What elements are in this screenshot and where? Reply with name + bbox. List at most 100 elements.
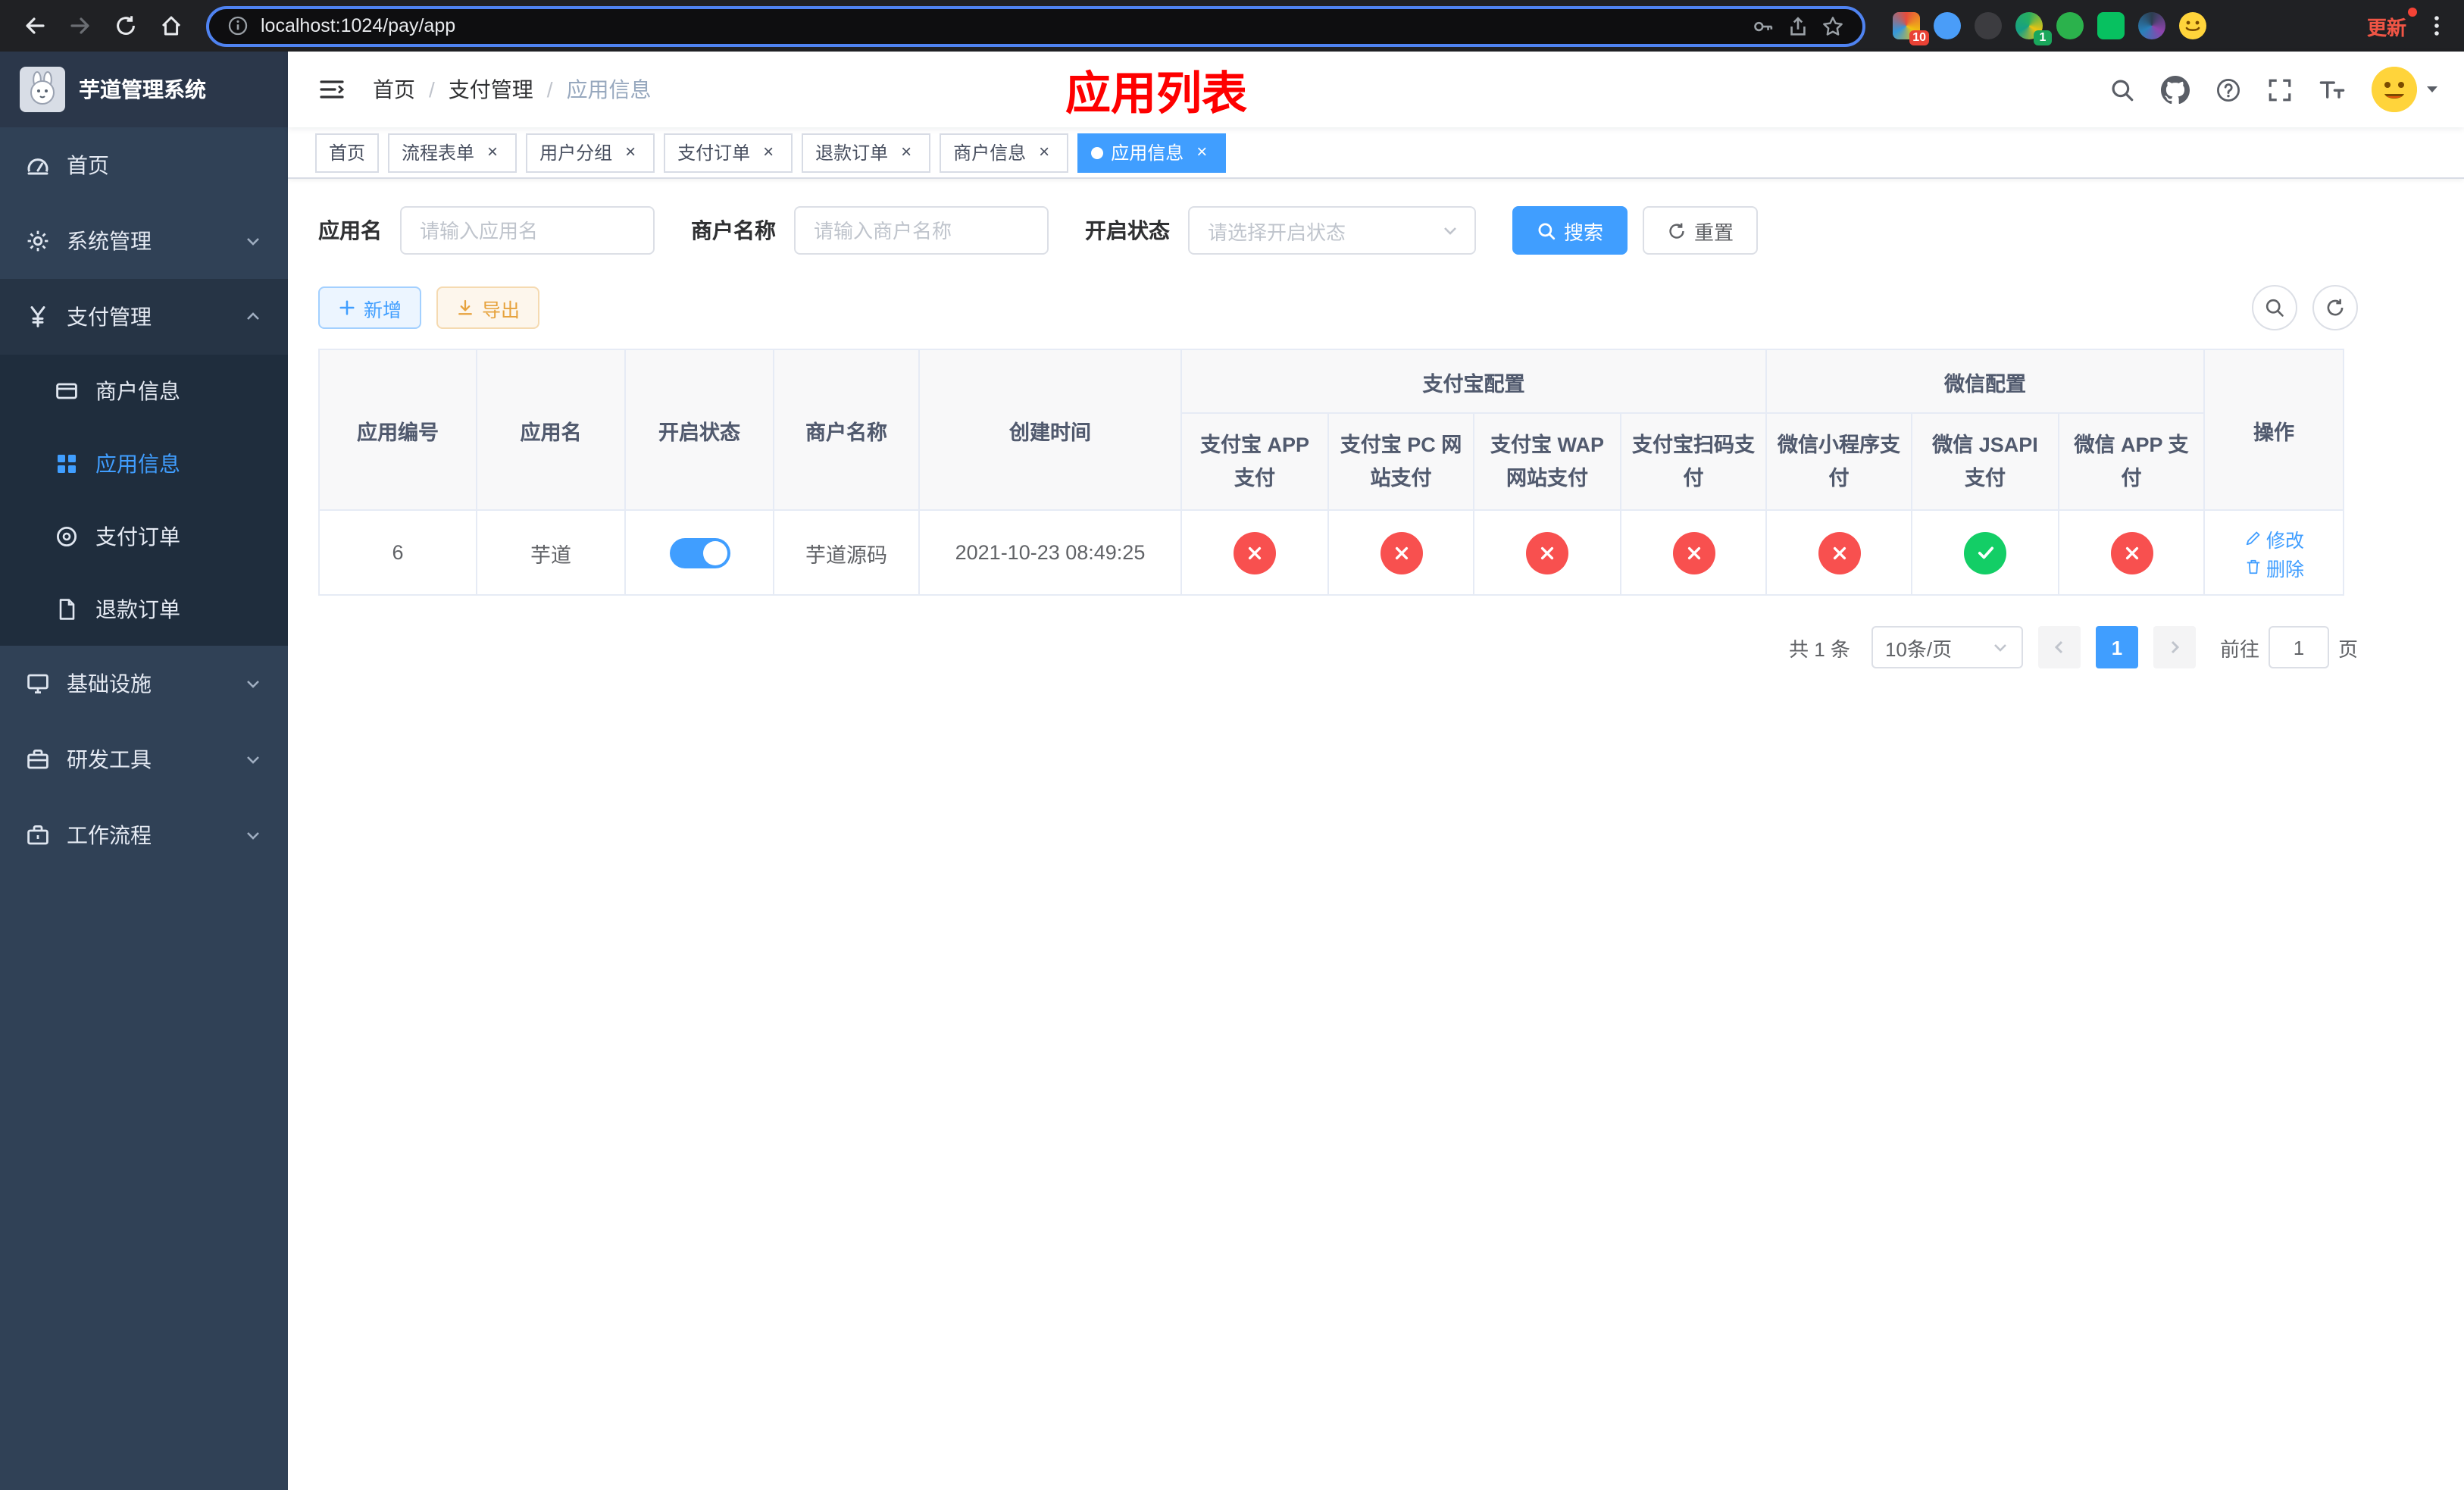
grid-icon [58,455,76,473]
extension-emoji-icon[interactable] [2179,12,2206,39]
breadcrumb-home[interactable]: 首页 [373,74,415,105]
search-icon[interactable] [2109,77,2135,102]
home-button[interactable] [152,6,191,45]
chevron-down-icon [247,238,259,246]
merchant-name-input[interactable] [794,206,1049,255]
user-avatar [2372,67,2417,112]
tab-home[interactable]: 首页 [315,133,380,172]
breadcrumb-payment[interactable]: 支付管理 [449,74,533,105]
site-info-icon[interactable] [227,15,249,36]
extension-icon-6[interactable] [2097,12,2125,39]
col-group-wechat: 微信配置 [1765,349,2206,414]
close-icon[interactable]: × [1191,141,1212,163]
refresh-table-button[interactable] [2312,285,2358,330]
breadcrumb-separator: / [429,77,435,102]
goto-page-input[interactable] [2268,626,2329,668]
search-button[interactable]: 搜索 [1512,206,1628,255]
sidebar: 芋道管理系统 首页 系统管理 支付管理 商户信息 应用信息 支付订单 退款订单 … [0,52,288,1490]
top-navbar: 首页 / 支付管理 / 应用信息 应用列表 [288,52,2464,127]
forward-button[interactable] [61,6,100,45]
tab-pay-order[interactable]: 支付订单 × [664,133,793,172]
cell-alipay-pc [1327,509,1474,596]
prev-page-button[interactable] [2037,626,2081,668]
extension-icon-2[interactable] [1934,12,1961,39]
reset-button[interactable]: 重置 [1643,206,1759,255]
add-button[interactable]: 新增 [318,286,422,329]
bookmark-star-icon[interactable] [1821,14,1844,37]
close-icon[interactable]: × [482,141,503,163]
sidebar-item-home[interactable]: 首页 [0,127,288,203]
sidebar-item-label: 首页 [67,153,109,177]
extension-icon-5[interactable] [2056,12,2084,39]
help-icon[interactable] [2215,77,2241,102]
extension-badge: 1 [2034,30,2052,45]
share-icon[interactable] [1787,14,1809,37]
chevron-down-icon [247,681,259,688]
hamburger-icon [320,80,345,99]
sidebar-subitem-app-info[interactable]: 应用信息 [0,427,288,500]
back-button[interactable] [15,6,55,45]
chevron-left-icon [2054,640,2062,654]
status-cross-icon [1380,531,1422,574]
col-app-id: 应用编号 [318,349,477,511]
table-toolbar: 新增 导出 [318,285,2434,330]
close-icon[interactable]: × [620,141,641,163]
tab-app-info[interactable]: 应用信息 × [1077,133,1227,172]
github-icon[interactable] [2161,75,2190,104]
cell-alipay-wap [1473,509,1621,596]
fullscreen-icon[interactable] [2267,77,2293,102]
close-icon[interactable]: × [758,141,779,163]
sidebar-item-system[interactable]: 系统管理 [0,203,288,279]
yen-icon [30,306,45,327]
sidebar-toggle-button[interactable] [312,70,352,109]
delete-button[interactable]: 删除 [2244,552,2304,581]
toggle-search-button[interactable] [2252,285,2297,330]
sidebar-item-payment[interactable]: 支付管理 [0,279,288,355]
url-bar[interactable]: localhost:1024/pay/app [206,5,1865,46]
next-page-button[interactable] [2153,626,2196,668]
chrome-update-button[interactable]: 更新 [2358,5,2417,46]
reload-button[interactable] [106,6,145,45]
table-tools [2252,285,2358,330]
chevron-up-icon [247,312,259,320]
sidebar-item-infrastructure[interactable]: 基础设施 [0,646,288,722]
sidebar-subitem-refund-order[interactable]: 退款订单 [0,573,288,646]
status-select[interactable]: 请选择开启状态 [1188,206,1476,255]
document-icon [59,599,75,620]
logo-row[interactable]: 芋道管理系统 [0,52,288,127]
sidebar-menu: 首页 系统管理 支付管理 商户信息 应用信息 支付订单 退款订单 基础设施 研发… [0,127,288,873]
col-merchant-name: 商户名称 [773,349,920,511]
col-alipay-pc: 支付宝 PC 网站支付 [1327,412,1474,511]
chrome-menu-button[interactable] [2425,14,2449,38]
extension-icon-4[interactable]: 1 [2015,12,2052,45]
sidebar-subitem-pay-order[interactable]: 支付订单 [0,500,288,573]
app-name-input[interactable] [400,206,655,255]
tab-process-form[interactable]: 流程表单 × [388,133,518,172]
user-menu[interactable] [2372,67,2440,112]
sidebar-item-label: 工作流程 [67,823,152,847]
tab-refund-order[interactable]: 退款订单 × [802,133,931,172]
sidebar-item-dev-tools[interactable]: 研发工具 [0,722,288,797]
status-toggle[interactable] [669,537,730,568]
extension-icon-7[interactable] [2138,12,2165,39]
extension-icon-3[interactable] [1975,12,2002,39]
page-size-select[interactable]: 10条/页 [1871,626,2023,668]
page-number-1[interactable]: 1 [2095,626,2138,668]
close-icon[interactable]: × [896,141,917,163]
extension-icon-1[interactable]: 10 [1893,12,1929,45]
rabbit-logo-icon [30,71,55,105]
back-arrow-icon [26,17,45,34]
goto-unit-label: 页 [2337,637,2358,660]
close-icon[interactable]: × [1033,141,1055,163]
sidebar-subitem-merchant-info[interactable]: 商户信息 [0,355,288,427]
edit-button[interactable]: 修改 [2244,524,2304,552]
tab-merchant-info[interactable]: 商户信息 × [940,133,1069,172]
status-cross-icon [2110,531,2153,574]
font-size-icon[interactable] [2319,76,2346,103]
table-row: 6 芋道 芋道源码 2021-10-23 08:49:25 修改 删除 [318,509,2345,596]
sidebar-item-workflow[interactable]: 工作流程 [0,797,288,873]
password-key-icon[interactable] [1752,14,1775,37]
export-button[interactable]: 导出 [436,286,540,329]
tab-user-group[interactable]: 用户分组 × [526,133,655,172]
chevron-down-icon [247,756,259,764]
